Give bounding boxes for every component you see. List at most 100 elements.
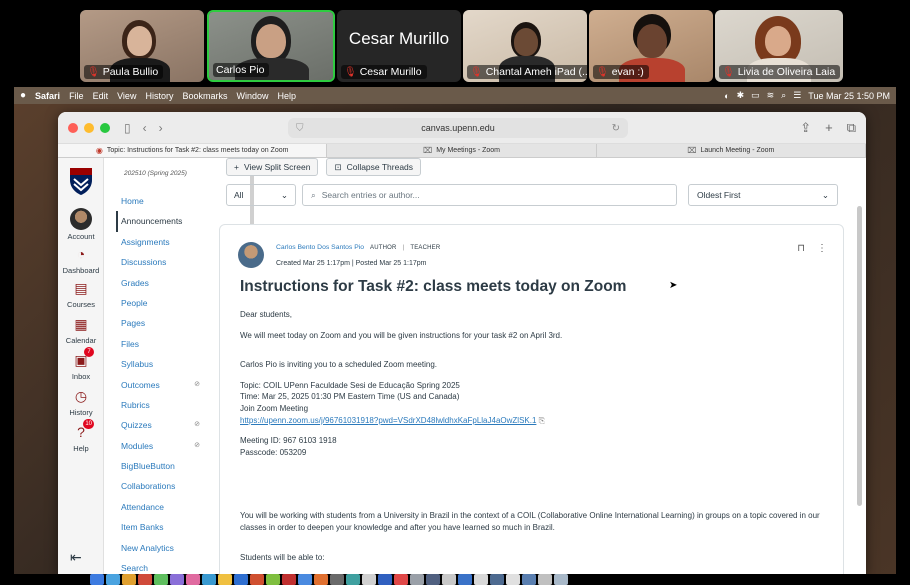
address-bar[interactable]: ⛉ canvas.upenn.edu ↻ [288, 118, 628, 138]
privacy-shield-icon[interactable]: ⛉ [296, 123, 304, 134]
global-nav-inbox[interactable]: ▣ 7 Inbox [58, 347, 104, 381]
participant-tile-camera-off[interactable]: Cesar Murillo 🎙 Cesar Murillo [337, 10, 461, 82]
course-nav-item-syllabus[interactable]: Syllabus [120, 354, 204, 374]
course-nav-item-files[interactable]: Files [120, 334, 204, 354]
forward-icon[interactable]: › [159, 121, 163, 135]
course-nav-item-people[interactable]: People [120, 293, 204, 313]
zoom-window-button[interactable] [100, 122, 110, 133]
search-entries-input[interactable]: ⌕ Search entries or author... [302, 184, 677, 206]
dock-app-icon[interactable] [378, 574, 392, 585]
dock-app-icon[interactable] [442, 574, 456, 585]
dock-app-icon[interactable] [298, 574, 312, 585]
author-name[interactable]: Carlos Bento Dos Santos Pio [276, 244, 364, 251]
view-split-screen-button[interactable]: + View Split Screen [226, 158, 319, 176]
dock-app-icon[interactable] [234, 574, 248, 585]
more-options-icon[interactable]: ⋮ [817, 243, 827, 254]
dock-app-icon[interactable] [394, 574, 408, 585]
sort-order-select[interactable]: Oldest First ⌄ [688, 184, 838, 206]
course-nav-item-attendance[interactable]: Attendance [120, 497, 204, 517]
dock-app-icon[interactable] [282, 574, 296, 585]
screen-share-icon[interactable]: ◐ [724, 91, 729, 101]
new-tab-icon[interactable]: + [825, 120, 833, 136]
menu-file[interactable]: File [69, 91, 84, 101]
dock-app-icon[interactable] [474, 574, 488, 585]
dock-app-icon[interactable] [426, 574, 440, 585]
tab-overview-icon[interactable]: ⧉ [847, 120, 856, 136]
participant-tile-active-speaker[interactable]: Carlos Pio [207, 10, 335, 82]
dock-app-icon[interactable] [554, 574, 568, 585]
course-nav-item-home[interactable]: Home [120, 191, 204, 211]
minimize-window-button[interactable] [84, 122, 94, 133]
dock-app-icon[interactable] [122, 574, 136, 585]
participant-tile[interactable]: 🎙 Paula Bullio [80, 10, 204, 82]
dock-app-icon[interactable] [314, 574, 328, 585]
dock-app-icon[interactable] [266, 574, 280, 585]
author-avatar[interactable] [238, 242, 264, 268]
tab-canvas-topic[interactable]: ◉ Topic: Instructions for Task #2: class … [58, 144, 328, 157]
bluetooth-icon[interactable]: ✱ [737, 90, 745, 101]
course-nav-item-search[interactable]: Search [120, 558, 204, 574]
dock-app-icon[interactable] [506, 574, 520, 585]
dock-app-icon[interactable] [490, 574, 504, 585]
global-nav-account[interactable]: Account [58, 208, 104, 241]
course-nav-item-modules[interactable]: Modules ⊘ [120, 436, 204, 456]
dock-app-icon[interactable] [458, 574, 472, 585]
course-nav-item-item-banks[interactable]: Item Banks [120, 517, 204, 537]
dock-app-icon[interactable] [138, 574, 152, 585]
collapse-nav-icon[interactable]: ⇤ [70, 549, 82, 566]
dock-app-icon[interactable] [346, 574, 360, 585]
apple-menu-icon[interactable]: ● [20, 90, 26, 101]
course-nav-item-quizzes[interactable]: Quizzes ⊘ [120, 415, 204, 435]
wifi-icon[interactable]: ≋ [767, 90, 775, 101]
menu-history[interactable]: History [145, 91, 173, 101]
menu-window[interactable]: Window [236, 91, 268, 101]
filter-select[interactable]: All ⌄ [226, 184, 296, 206]
menu-edit[interactable]: Edit [93, 91, 109, 101]
participant-tile[interactable]: 🎙 Chantal Ameh iPad (... [463, 10, 587, 82]
tab-my-meetings[interactable]: ⌧ My Meetings - Zoom [327, 144, 597, 157]
dock-app-icon[interactable] [186, 574, 200, 585]
course-nav-item-outcomes[interactable]: Outcomes ⊘ [120, 375, 204, 395]
course-nav-item-pages[interactable]: Pages [120, 313, 204, 333]
penn-shield-logo[interactable] [68, 166, 94, 196]
back-icon[interactable]: ‹ [143, 121, 147, 135]
menu-help[interactable]: Help [278, 91, 297, 101]
battery-icon[interactable]: ▭ [751, 90, 760, 101]
course-nav-item-assignments[interactable]: Assignments [120, 232, 204, 252]
close-window-button[interactable] [68, 122, 78, 133]
clock[interactable]: Tue Mar 25 1:50 PM [808, 91, 890, 101]
dock-app-icon[interactable] [410, 574, 424, 585]
tab-launch-meeting[interactable]: ⌧ Launch Meeting - Zoom [597, 144, 866, 157]
collapse-threads-button[interactable]: ⊡ Collapse Threads [326, 158, 422, 176]
dock-app-icon[interactable] [538, 574, 552, 585]
control-center-icon[interactable]: ☰ [793, 90, 801, 101]
course-nav-item-rubrics[interactable]: Rubrics [120, 395, 204, 415]
course-nav-item-announcements[interactable]: Announcements [116, 211, 204, 232]
dock-app-icon[interactable] [250, 574, 264, 585]
dock-app-icon[interactable] [218, 574, 232, 585]
zoom-meeting-link[interactable]: https://upenn.zoom.us/j/96761031918?pwd=… [240, 416, 536, 425]
course-nav-item-discussions[interactable]: Discussions [120, 252, 204, 272]
page-scrollbar[interactable] [857, 206, 862, 506]
reload-icon[interactable]: ↻ [612, 123, 620, 134]
course-nav-item-bigbluebutton[interactable]: BigBlueButton [120, 456, 204, 476]
dock-app-icon[interactable] [202, 574, 216, 585]
dock-app-icon[interactable] [106, 574, 120, 585]
dock-app-icon[interactable] [170, 574, 184, 585]
global-nav-help[interactable]: ? 10 Help [58, 419, 104, 453]
participant-tile[interactable]: 🎙 Livia de Oliveira Laia [715, 10, 843, 82]
global-nav-dashboard[interactable]: ◔ Dashboard [58, 244, 104, 275]
menu-bookmarks[interactable]: Bookmarks [182, 91, 227, 101]
global-nav-courses[interactable]: ▤ Courses [58, 278, 104, 309]
participant-tile[interactable]: 🎙 evan :) [589, 10, 713, 82]
bookmark-icon[interactable]: ⊓ [797, 243, 805, 254]
search-icon[interactable]: ⌕ [781, 90, 786, 101]
global-nav-history[interactable]: ◷ History [58, 386, 104, 417]
sidebar-toggle-icon[interactable]: ▯ [124, 121, 131, 135]
dock-app-icon[interactable] [154, 574, 168, 585]
dock-app-icon[interactable] [90, 574, 104, 585]
course-nav-item-collaborations[interactable]: Collaborations [120, 476, 204, 496]
share-icon[interactable]: ⇪ [800, 120, 811, 136]
menu-view[interactable]: View [117, 91, 136, 101]
dock-app-icon[interactable] [330, 574, 344, 585]
